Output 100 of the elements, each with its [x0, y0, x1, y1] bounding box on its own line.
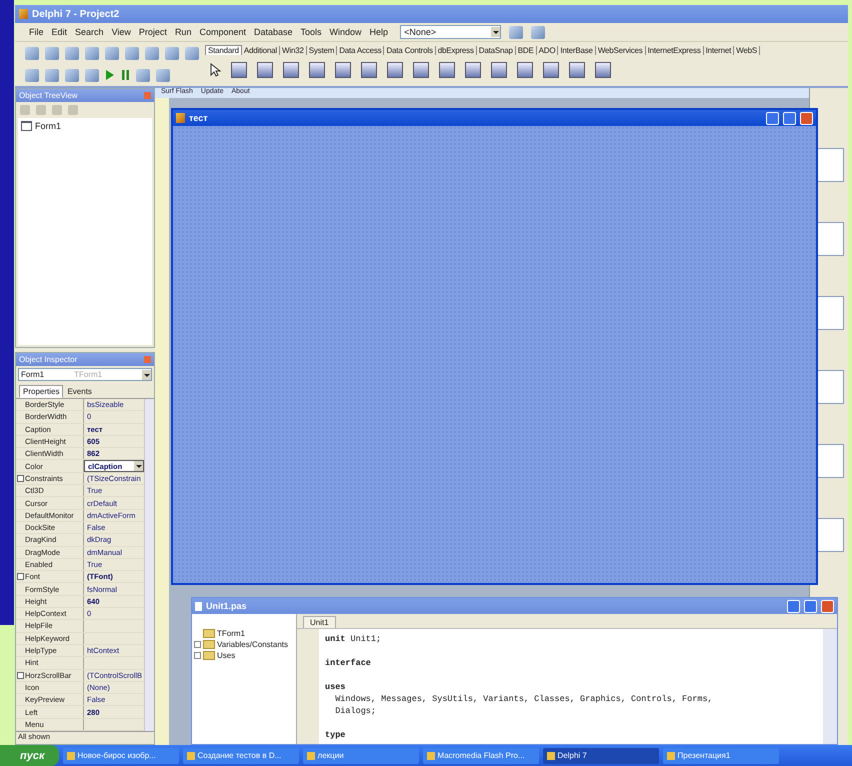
component-icon[interactable] [543, 62, 559, 78]
toolbar-icon[interactable] [85, 46, 99, 60]
toolbar-icon[interactable] [145, 46, 159, 60]
taskbar-button[interactable]: Macromedia Flash Pro... [422, 748, 539, 764]
palette-tab[interactable]: WebS [734, 46, 760, 54]
component-icon[interactable] [595, 62, 611, 78]
code-line: uses [325, 681, 346, 693]
palette-tab[interactable]: InternetExpress [646, 46, 704, 54]
tree-item[interactable]: TForm1 [217, 629, 245, 638]
folder-icon [203, 651, 215, 660]
toolbar-icon[interactable] [509, 26, 524, 38]
expand-icon[interactable] [194, 652, 201, 659]
toolbar-icon[interactable] [185, 46, 199, 60]
toolbar-icon[interactable] [45, 68, 59, 82]
menu-item[interactable]: File [29, 27, 44, 37]
component-icon[interactable] [569, 62, 585, 78]
taskbar-button[interactable]: Создание тестов в D... [182, 748, 299, 764]
palette-tab[interactable]: Data Access [337, 46, 384, 54]
menu-item[interactable]: Component [199, 27, 246, 37]
taskbar-button[interactable]: Презентация1 [662, 748, 779, 764]
menu-item[interactable]: Run [174, 27, 192, 37]
component-icon[interactable] [335, 62, 351, 78]
pointer-icon[interactable] [209, 63, 221, 77]
component-icon[interactable] [387, 62, 403, 78]
app-icon [186, 752, 195, 760]
toolbar-icon[interactable] [125, 46, 139, 60]
palette-tab[interactable]: InterBase [558, 46, 596, 54]
toolbar-icon[interactable] [25, 68, 39, 82]
menu-item[interactable]: Search [75, 27, 104, 37]
code-line: Windows, Messages, SysUtils, Variants, Classes, Graphics, Controls, Forms, [334, 693, 714, 705]
palette-tab[interactable]: Internet [704, 46, 734, 54]
taskbar-button[interactable]: Новое-бирос изобр... [62, 748, 179, 764]
palette-tab[interactable]: ADO [536, 46, 558, 54]
toolbar-icon[interactable] [85, 68, 99, 82]
editor-title: Unit1.pas [206, 601, 248, 611]
palette-tab[interactable]: WebServices [596, 46, 646, 54]
component-icon[interactable] [491, 62, 507, 78]
expand-icon[interactable] [17, 474, 24, 482]
close-icon[interactable] [821, 600, 834, 612]
palette-tab[interactable]: System [306, 46, 338, 54]
form-title: тест [189, 113, 209, 123]
scrollbar[interactable] [144, 399, 154, 731]
window-title: Delphi 7 - Project2 [32, 8, 120, 20]
component-icon[interactable] [361, 62, 377, 78]
menu-item[interactable]: Help [370, 27, 388, 37]
toolbar-icon[interactable] [25, 46, 39, 60]
palette-tab[interactable]: Win32 [280, 46, 307, 54]
component-icon[interactable] [283, 62, 299, 78]
expand-icon[interactable] [194, 641, 201, 648]
expand-icon[interactable] [17, 672, 24, 679]
desktop-combo[interactable]: <None> [400, 25, 502, 39]
folder-icon [203, 640, 215, 649]
menu-item[interactable]: Project [138, 27, 167, 37]
tree-item[interactable]: Uses [217, 651, 236, 660]
palette-tab[interactable]: BDE [516, 46, 537, 54]
toolbar-icon[interactable] [531, 26, 546, 38]
toolbar-icon[interactable] [65, 46, 79, 60]
close-icon[interactable] [800, 112, 813, 124]
tree-item[interactable]: Form1 [35, 121, 62, 131]
palette-tab[interactable]: Additional [242, 46, 280, 54]
expand-icon[interactable] [17, 573, 24, 580]
maximize-icon[interactable] [783, 112, 796, 124]
component-icon[interactable] [439, 62, 455, 78]
minimize-icon[interactable] [787, 600, 800, 612]
toolbar-icon[interactable] [105, 46, 119, 60]
toolbar-icon[interactable] [156, 68, 170, 82]
toolbar-icon[interactable] [165, 46, 179, 60]
inspector-tab[interactable]: Properties [19, 385, 64, 398]
code-line: interface [325, 657, 372, 669]
toolbar-icon[interactable] [45, 46, 59, 60]
menu-item[interactable]: Tools [300, 27, 322, 37]
component-icon[interactable] [413, 62, 429, 78]
minimize-icon[interactable] [766, 112, 779, 124]
pause-icon[interactable] [121, 69, 130, 81]
menu-item[interactable]: View [112, 27, 131, 37]
component-icon[interactable] [517, 62, 533, 78]
palette-tab[interactable]: Data Controls [384, 46, 436, 54]
toolbar-icon[interactable] [65, 68, 79, 82]
palette-tab[interactable]: Standard [205, 45, 242, 55]
inspector-tab[interactable]: Events [63, 385, 96, 398]
document-icon [195, 602, 202, 610]
taskbar-button[interactable]: Delphi 7 [542, 748, 659, 764]
component-icon[interactable] [465, 62, 481, 78]
menu-item[interactable]: Edit [52, 27, 68, 37]
editor-tab[interactable]: Unit1 [303, 616, 336, 628]
palette-tab[interactable]: dbExpress [436, 46, 477, 54]
tree-item[interactable]: Variables/Constants [217, 640, 288, 649]
component-icon[interactable] [309, 62, 325, 78]
code-line: Dialogs; [334, 705, 378, 717]
toolbar-icon[interactable] [136, 68, 150, 82]
object-combo[interactable]: Form1 TForm1 [18, 368, 152, 381]
menu-item[interactable]: Database [254, 27, 293, 37]
component-icon[interactable] [231, 62, 247, 78]
component-icon[interactable] [257, 62, 273, 78]
taskbar-button[interactable]: лекции [302, 748, 419, 764]
run-icon[interactable] [105, 69, 115, 81]
maximize-icon[interactable] [804, 600, 817, 612]
palette-tab[interactable]: DataSnap [476, 46, 516, 54]
start-button[interactable]: пуск [0, 745, 59, 766]
menu-item[interactable]: Window [330, 27, 362, 37]
